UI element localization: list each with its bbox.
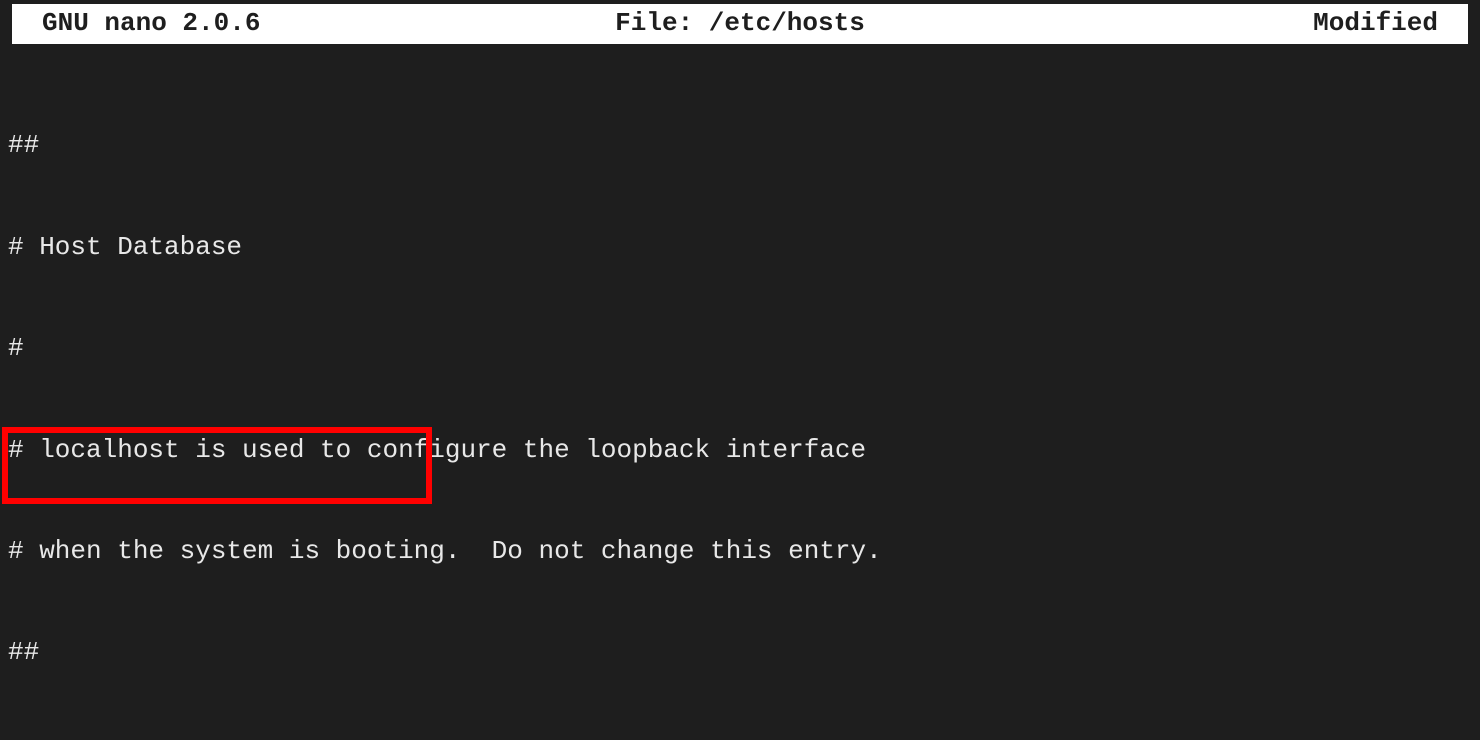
- nano-file-label: File: /etc/hosts: [507, 7, 972, 41]
- nano-app-version: GNU nano 2.0.6: [42, 7, 507, 41]
- file-line: #: [8, 332, 1472, 366]
- nano-titlebar: GNU nano 2.0.6 File: /etc/hosts Modified: [12, 4, 1468, 44]
- file-line: # localhost is used to configure the loo…: [8, 434, 1472, 468]
- editor-text-area[interactable]: ## # Host Database # # localhost is used…: [0, 44, 1480, 740]
- file-line: ##: [8, 636, 1472, 670]
- terminal-window: GNU nano 2.0.6 File: /etc/hosts Modified…: [0, 4, 1480, 740]
- file-line: # Host Database: [8, 231, 1472, 265]
- file-line: # when the system is booting. Do not cha…: [8, 535, 1472, 569]
- nano-modified-status: Modified: [973, 7, 1438, 41]
- file-line: ##: [8, 129, 1472, 163]
